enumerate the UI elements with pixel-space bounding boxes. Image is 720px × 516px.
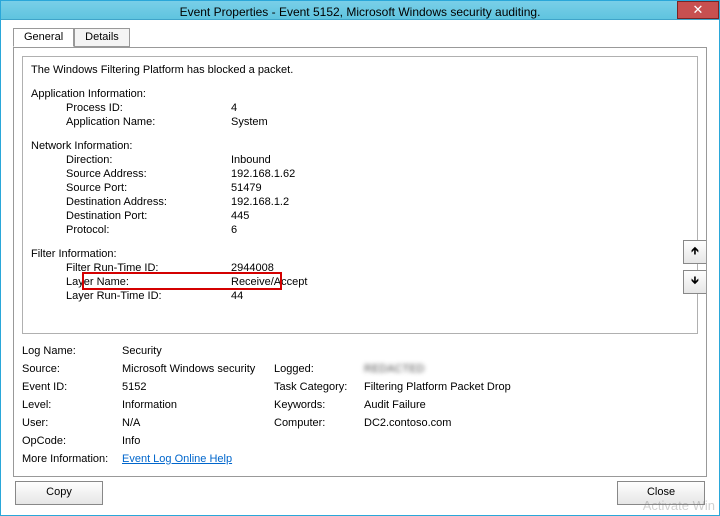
arrow-down-icon: 🡻 [691,275,699,287]
layer-runtime-id-value: 44 [231,289,243,303]
task-category-value: Filtering Platform Packet Drop [364,381,698,393]
event-log-online-help-link[interactable]: Event Log Online Help [122,453,274,465]
close-button[interactable]: Close [617,481,705,505]
source-address-value: 192.168.1.62 [231,167,295,181]
layer-runtime-id-label: Layer Run-Time ID: [31,289,231,303]
computer-label: Computer: [274,417,364,429]
window-close-button[interactable]: ✕ [677,1,719,19]
task-category-label: Task Category: [274,381,364,393]
logged-label: Logged: [274,363,364,375]
window-title: Event Properties - Event 5152, Microsoft… [1,1,719,23]
destination-address-label: Destination Address: [31,195,231,209]
destination-address-value: 192.168.1.2 [231,195,289,209]
tab-page-general: The Windows Filtering Platform has block… [13,47,707,477]
copy-button[interactable]: Copy [15,481,103,505]
process-id-label: Process ID: [31,101,231,115]
application-name-label: Application Name: [31,115,231,129]
network-info-header: Network Information: [31,139,689,153]
event-id-value: 5152 [122,381,274,393]
source-value: Microsoft Windows security [122,363,274,375]
prev-event-button[interactable]: 🡹 [683,240,707,264]
protocol-value: 6 [231,223,237,237]
source-port-value: 51479 [231,181,262,195]
tab-general[interactable]: General [13,28,74,47]
event-message-box: The Windows Filtering Platform has block… [22,56,698,334]
event-summary: The Windows Filtering Platform has block… [31,63,689,77]
user-label: User: [22,417,122,429]
arrow-up-icon: 🡹 [691,245,699,257]
close-icon: ✕ [693,2,704,17]
direction-value: Inbound [231,153,271,167]
app-info-header: Application Information: [31,87,689,101]
level-value: Information [122,399,274,411]
log-name-label: Log Name: [22,345,122,357]
protocol-label: Protocol: [31,223,231,237]
keywords-value: Audit Failure [364,399,698,411]
logged-value: REDACTED [364,363,698,375]
source-address-label: Source Address: [31,167,231,181]
keywords-label: Keywords: [274,399,364,411]
user-value: N/A [122,417,274,429]
opcode-label: OpCode: [22,435,122,447]
titlebar: Event Properties - Event 5152, Microsoft… [1,1,719,20]
application-name-value: System [231,115,268,129]
layer-name-label: Layer Name: [31,275,231,289]
computer-value: DC2.contoso.com [364,417,698,429]
event-id-label: Event ID: [22,381,122,393]
process-id-value: 4 [231,101,237,115]
direction-label: Direction: [31,153,231,167]
source-port-label: Source Port: [31,181,231,195]
level-label: Level: [22,399,122,411]
source-label: Source: [22,363,122,375]
next-event-button[interactable]: 🡻 [683,270,707,294]
log-name-value: Security [122,345,274,357]
filter-info-header: Filter Information: [31,247,689,261]
tab-strip: GeneralDetails [13,28,707,48]
filter-runtime-id-label: Filter Run-Time ID: [31,261,231,275]
destination-port-label: Destination Port: [31,209,231,223]
layer-name-value: Receive/Accept [231,275,307,289]
content-area: GeneralDetails The Windows Filtering Pla… [1,20,719,477]
event-properties-window: Event Properties - Event 5152, Microsoft… [0,0,720,516]
more-info-label: More Information: [22,453,122,465]
button-bar: Copy Close [1,477,719,515]
opcode-value: Info [122,435,274,447]
destination-port-value: 445 [231,209,249,223]
event-metadata-grid: Log Name: Security Source: Microsoft Win… [22,342,698,468]
filter-runtime-id-value: 2944008 [231,261,274,275]
tab-details[interactable]: Details [74,28,130,47]
